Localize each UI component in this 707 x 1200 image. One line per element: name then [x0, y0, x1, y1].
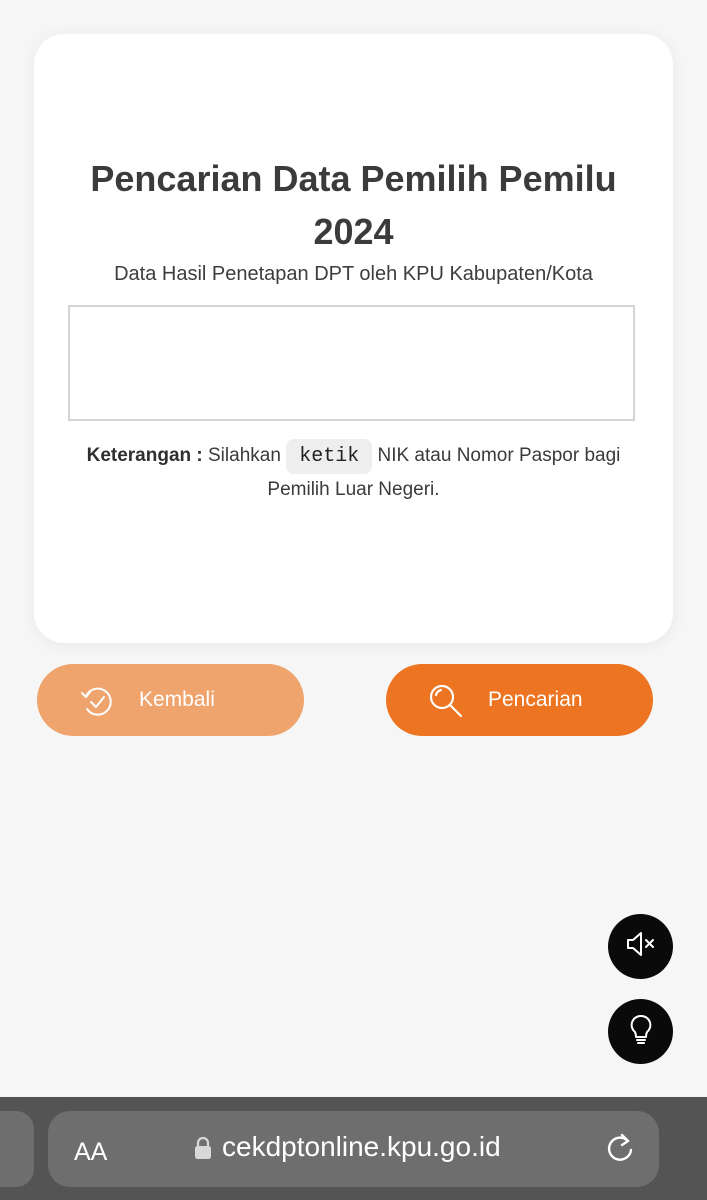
note-label: Keterangan :: [86, 445, 203, 466]
note-text-before: Silahkan: [202, 445, 287, 466]
history-back-icon: [79, 683, 115, 719]
page-subtitle: Data Hasil Penetapan DPT oleh KPU Kabupa…: [114, 263, 593, 285]
back-button-label: Kembali: [139, 688, 215, 711]
text-size-button[interactable]: AA: [74, 1138, 107, 1167]
previous-tab-stub[interactable]: [0, 1111, 34, 1187]
idea-button[interactable]: [608, 999, 673, 1064]
back-button[interactable]: Kembali: [37, 664, 304, 736]
mute-button[interactable]: [608, 914, 673, 979]
search-button-label: Pencarian: [488, 688, 583, 711]
browser-address-bar: AA cekdptonline.kpu.go.id: [0, 1097, 707, 1200]
lock-icon: [194, 1136, 212, 1165]
lightbulb-icon: [624, 1012, 658, 1051]
note-code: ketik: [286, 439, 373, 474]
url-text: cekdptonline.kpu.go.id: [222, 1131, 501, 1162]
reload-icon[interactable]: [604, 1131, 636, 1170]
url-field[interactable]: AA cekdptonline.kpu.go.id: [48, 1111, 659, 1187]
nik-search-input[interactable]: [68, 305, 635, 421]
speaker-muted-icon: [624, 927, 658, 966]
search-button[interactable]: Pencarian: [386, 664, 653, 736]
page-title: Pencarian Data Pemilih Pemilu 2024: [90, 158, 617, 252]
search-note: Keterangan : Silahkan ketik NIK atau Nom…: [70, 439, 637, 506]
search-icon: [428, 683, 464, 719]
